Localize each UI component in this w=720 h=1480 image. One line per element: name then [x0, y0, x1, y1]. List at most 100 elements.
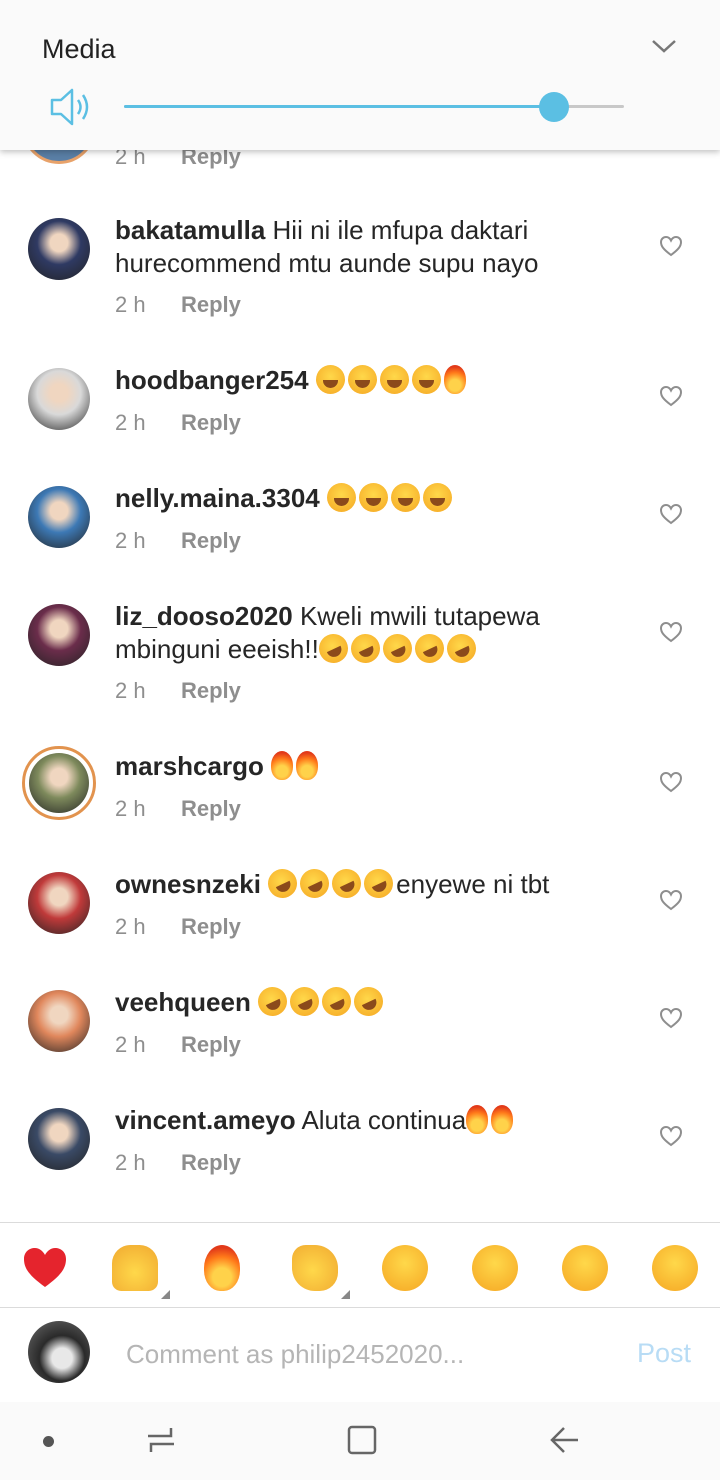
tears-of-joy-face-icon[interactable]: [652, 1245, 698, 1291]
post-button[interactable]: Post: [637, 1338, 691, 1369]
avatar[interactable]: [28, 1108, 90, 1170]
dot-icon[interactable]: [43, 1436, 54, 1447]
comment-time: 2 h: [115, 410, 146, 435]
comment-username[interactable]: veehqueen: [115, 987, 251, 1017]
laugh-emoji-icon: [358, 483, 388, 512]
reply-button[interactable]: Reply: [181, 1032, 241, 1058]
fire-emoji-icon: [296, 751, 319, 780]
like-heart-icon[interactable]: [659, 385, 683, 407]
like-heart-icon[interactable]: [659, 621, 683, 643]
laugh-emoji-icon: [422, 483, 452, 512]
laugh-emoji-icon: [379, 365, 409, 394]
comment-emojis: [326, 483, 455, 513]
fire-emoji-icon: [466, 1105, 489, 1134]
rofl-emoji-icon: [317, 982, 356, 1021]
comment-emojis: [253, 982, 388, 1021]
avatar[interactable]: [28, 486, 90, 548]
comment-time: 2 h: [115, 292, 146, 317]
rofl-emoji-icon: [378, 629, 417, 668]
laugh-emoji-icon: [390, 483, 420, 512]
comment-emojis: [466, 1105, 516, 1135]
reply-button[interactable]: Reply: [181, 292, 241, 318]
comment-username[interactable]: marshcargo: [115, 751, 264, 781]
volume-slider[interactable]: [124, 92, 624, 122]
avatar-image: [29, 753, 89, 813]
home-icon[interactable]: [344, 1422, 380, 1458]
back-arrow-icon[interactable]: [546, 1422, 582, 1458]
comment-time: 2 h: [115, 914, 146, 939]
like-heart-icon[interactable]: [659, 503, 683, 525]
comment-time: 2 h: [115, 528, 146, 553]
comment-time: 2 h: [115, 678, 146, 703]
red-heart-icon[interactable]: [22, 1245, 68, 1291]
like-heart-icon[interactable]: [659, 1007, 683, 1029]
avatar[interactable]: [28, 872, 90, 934]
heart-eyes-face-icon[interactable]: [472, 1245, 518, 1291]
rofl-emoji-icon: [253, 982, 292, 1021]
rofl-emoji-icon: [314, 629, 353, 668]
comment-username[interactable]: nelly.maina.3304: [115, 483, 320, 513]
comment-time: 2 h: [115, 1150, 146, 1175]
laugh-emoji-icon: [411, 365, 441, 394]
rofl-emoji-icon: [346, 629, 385, 668]
fire-icon[interactable]: [204, 1245, 240, 1291]
chevron-down-icon[interactable]: [650, 36, 678, 56]
recent-apps-icon[interactable]: [143, 1422, 179, 1458]
volume-slider-thumb[interactable]: [539, 92, 569, 122]
comment-username[interactable]: vincent.ameyo: [115, 1105, 296, 1135]
reply-button[interactable]: Reply: [181, 528, 241, 554]
rofl-emoji-icon: [359, 864, 398, 903]
comment-emojis: [271, 751, 321, 781]
comment-emojis: [315, 365, 469, 395]
raising-hands-icon[interactable]: [112, 1245, 170, 1299]
avatar[interactable]: [28, 990, 90, 1052]
rofl-emoji-icon: [410, 629, 449, 668]
avatar[interactable]: [28, 218, 90, 280]
comment-username[interactable]: ownesnzeki: [115, 869, 261, 899]
speaker-icon[interactable]: [48, 86, 94, 128]
laugh-emoji-icon: [347, 365, 377, 394]
reply-button[interactable]: Reply: [181, 1150, 241, 1176]
volume-slider-fill: [124, 105, 554, 108]
comment-text: enyewe ni tbt: [396, 869, 550, 899]
surprised-face-icon[interactable]: [562, 1245, 608, 1291]
like-heart-icon[interactable]: [659, 235, 683, 257]
like-heart-icon[interactable]: [659, 1125, 683, 1147]
current-user-avatar: [28, 1321, 90, 1383]
rofl-emoji-icon: [295, 864, 334, 903]
avatar[interactable]: [22, 746, 96, 820]
fire-emoji-icon: [271, 751, 294, 780]
skin-tone-indicator: [161, 1290, 170, 1299]
media-title: Media: [42, 34, 116, 64]
rofl-emoji-icon: [285, 982, 324, 1021]
comment-username[interactable]: hoodbanger254: [115, 365, 309, 395]
laugh-emoji-icon: [326, 483, 356, 512]
comment-input[interactable]: [126, 1336, 606, 1372]
fire-emoji-icon: [491, 1105, 514, 1134]
comment-time: 2 h: [115, 796, 146, 821]
rofl-emoji-icon: [349, 982, 388, 1021]
rofl-emoji-icon: [327, 864, 366, 903]
comment-time: 2 h: [115, 1032, 146, 1057]
reply-button[interactable]: Reply: [181, 410, 241, 436]
like-heart-icon[interactable]: [659, 771, 683, 793]
reply-button[interactable]: Reply: [181, 678, 241, 704]
comment-username[interactable]: liz_dooso2020: [115, 601, 293, 631]
comment-text: Aluta continua: [301, 1105, 467, 1135]
comment-composer: Post: [0, 1308, 720, 1402]
like-heart-icon[interactable]: [659, 889, 683, 911]
reply-button[interactable]: Reply: [181, 796, 241, 822]
clapping-hands-icon[interactable]: [292, 1245, 350, 1299]
skin-tone-indicator: [341, 1290, 350, 1299]
rofl-emoji-icon: [263, 864, 302, 903]
media-volume-panel: Media: [0, 0, 720, 150]
reply-button[interactable]: Reply: [181, 914, 241, 940]
avatar[interactable]: [28, 604, 90, 666]
navigation-bar: [0, 1402, 720, 1480]
laugh-emoji-icon: [315, 365, 345, 394]
comment-username[interactable]: bakatamulla: [115, 215, 265, 245]
fire-emoji-icon: [443, 365, 466, 394]
avatar[interactable]: [28, 368, 90, 430]
rofl-emoji-icon: [442, 629, 481, 668]
crying-face-icon[interactable]: [382, 1245, 428, 1291]
